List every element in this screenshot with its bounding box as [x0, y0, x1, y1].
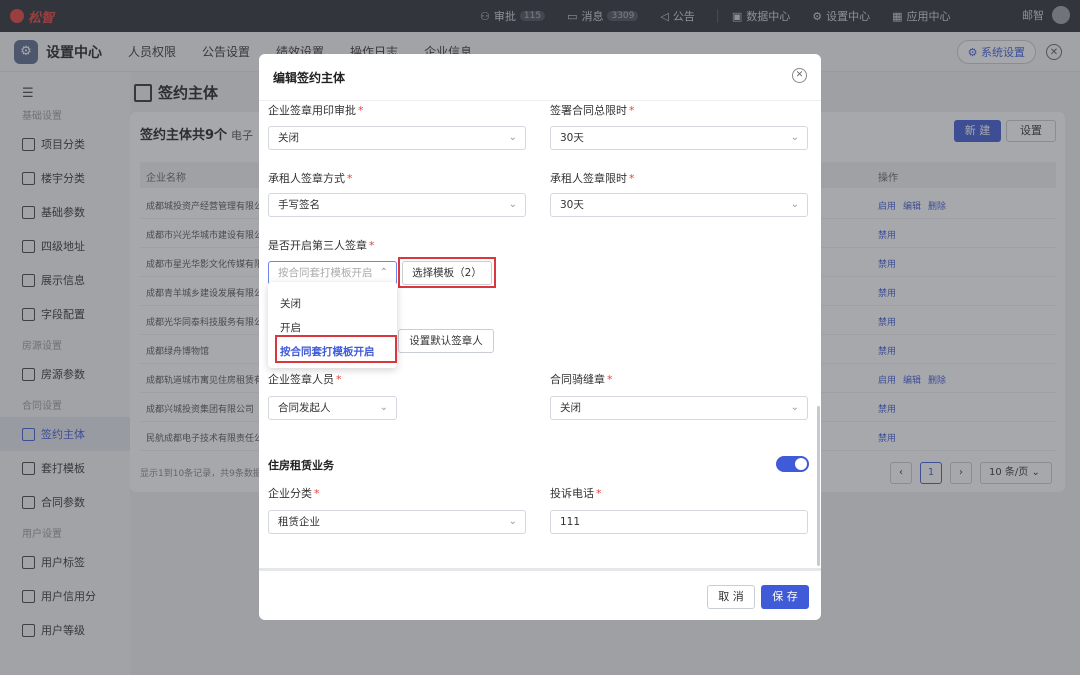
- toggle-knob: [795, 458, 807, 470]
- enterprise-signer-label: 企业签章人员 *: [268, 373, 342, 386]
- chevron-down-icon: ⌄: [508, 132, 517, 143]
- total-limit-select[interactable]: 30天 ⌄: [550, 126, 808, 150]
- section-title: 住房租赁业务: [268, 459, 334, 472]
- close-icon[interactable]: ✕: [792, 68, 807, 83]
- tenant-method-label: 承租人签章方式 *: [268, 172, 353, 185]
- tenant-limit-label: 承租人签章限时 *: [550, 172, 635, 185]
- chevron-down-icon: ⌄: [508, 199, 517, 210]
- chevron-down-icon: ⌄: [379, 402, 388, 413]
- third-party-label: 是否开启第三人签章 *: [268, 239, 375, 252]
- enterprise-signer-select[interactable]: 合同发起人 ⌄: [268, 396, 397, 420]
- dialog-scrollbar[interactable]: [817, 406, 820, 566]
- seal-approval-label: 企业签章用印审批 *: [268, 104, 364, 117]
- category-select[interactable]: 租赁企业 ⌄: [268, 510, 526, 534]
- tenant-method-select[interactable]: 手写签名 ⌄: [268, 193, 526, 217]
- dropdown-option-on[interactable]: 开启: [280, 320, 301, 335]
- phone-input[interactable]: 111: [550, 510, 808, 534]
- chevron-up-icon: ⌃: [379, 267, 388, 278]
- highlight-box: [275, 335, 397, 363]
- phone-label: 投诉电话 *: [550, 487, 602, 500]
- dialog-footer-divider: [259, 568, 821, 571]
- cancel-button[interactable]: 取 消: [707, 585, 755, 609]
- chevron-down-icon: ⌄: [790, 199, 799, 210]
- chevron-down-icon: ⌄: [508, 516, 517, 527]
- dropdown-option-off[interactable]: 关闭: [280, 296, 301, 311]
- chevron-down-icon: ⌄: [790, 132, 799, 143]
- dialog-title: 编辑签约主体: [273, 71, 346, 85]
- housing-rental-toggle[interactable]: [776, 456, 809, 472]
- seam-seal-select[interactable]: 关闭 ⌄: [550, 396, 808, 420]
- save-button[interactable]: 保 存: [761, 585, 809, 609]
- edit-entity-dialog: 编辑签约主体 ✕ 企业签章用印审批 * 关闭 ⌄ 签署合同总限时 * 30天 ⌄ 承租人…: [259, 54, 821, 620]
- dialog-header-divider: [259, 100, 821, 101]
- tenant-limit-select[interactable]: 30天 ⌄: [550, 193, 808, 217]
- seal-approval-select[interactable]: 关闭 ⌄: [268, 126, 526, 150]
- highlight-box: [398, 257, 496, 288]
- seam-seal-label: 合同骑缝章 *: [550, 373, 613, 386]
- total-limit-label: 签署合同总限时 *: [550, 104, 635, 117]
- category-label: 企业分类 *: [268, 487, 320, 500]
- chevron-down-icon: ⌄: [790, 402, 799, 413]
- default-signer-button[interactable]: 设置默认签章人: [398, 329, 494, 353]
